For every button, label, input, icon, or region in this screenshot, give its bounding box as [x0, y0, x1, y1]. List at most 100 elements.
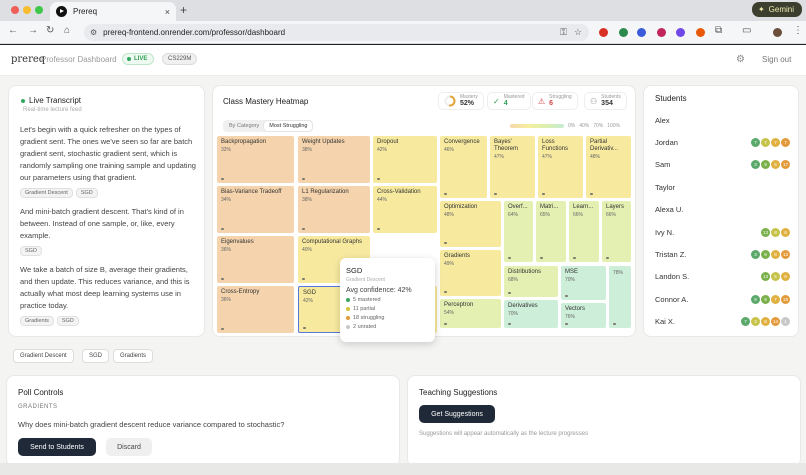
- extension-icon[interactable]: [676, 28, 685, 37]
- gemini-button[interactable]: ✦ Gemini: [751, 2, 802, 17]
- close-window-button[interactable]: [11, 6, 19, 14]
- heatmap-cell[interactable]: Optimization 48%: [440, 201, 501, 247]
- cell-topic-name: L1 Regularization: [302, 189, 349, 195]
- forward-icon[interactable]: →: [28, 25, 38, 36]
- side-panel-icon[interactable]: ▭: [742, 25, 751, 36]
- heatmap-cell[interactable]: Vectors 76%: [561, 303, 606, 328]
- heatmap-cell[interactable]: Convergence 46%: [440, 136, 487, 198]
- heatmap-cell[interactable]: MSE 70%: [561, 266, 606, 300]
- new-tab-button[interactable]: +: [180, 3, 187, 17]
- reload-icon[interactable]: ↻: [46, 25, 54, 36]
- tab-close-icon[interactable]: ×: [165, 7, 170, 17]
- extensions-icon[interactable]: ⧉: [715, 25, 722, 36]
- mastery-count-chip: 9: [761, 249, 770, 259]
- student-row[interactable]: Alex: [655, 113, 790, 127]
- student-row[interactable]: Alexa U.: [655, 203, 790, 217]
- student-row[interactable]: Kai X. 7 3 8 14 1: [655, 315, 790, 329]
- heatmap-cell[interactable]: Cross-Entropy 36%: [217, 286, 294, 333]
- heatmap-cell[interactable]: 78%: [609, 266, 631, 328]
- heatmap-cell[interactable]: Perceptron 54%: [440, 299, 501, 328]
- suggestions-note: Suggestions will appear automatically as…: [419, 431, 589, 437]
- concept-tag[interactable]: Gradients: [20, 316, 54, 326]
- student-row[interactable]: Ivy N. 13 8 8: [655, 225, 790, 239]
- cell-topic-name: Computational Graphs: [302, 239, 363, 245]
- cell-mastery-pct: 44%: [377, 197, 388, 203]
- extension-icon[interactable]: [696, 28, 705, 37]
- concept-tag[interactable]: SGD: [56, 316, 79, 326]
- concept-tag[interactable]: Gradient Descent: [20, 188, 73, 198]
- topic-tag[interactable]: Gradient Descent: [13, 349, 74, 363]
- send-to-students-button[interactable]: Send to Students: [18, 438, 96, 456]
- url-text[interactable]: prereq-frontend.onrender.com/professor/d…: [103, 28, 560, 37]
- heatmap-cell[interactable]: Matri... 65%: [536, 201, 566, 262]
- heatmap-cell[interactable]: Loss Functions 47%: [538, 136, 583, 198]
- zoom-window-button[interactable]: [35, 6, 43, 14]
- get-suggestions-button[interactable]: Get Suggestions: [419, 405, 495, 423]
- heatmap-cell[interactable]: Gradients 49%: [440, 250, 501, 296]
- cell-topic-name: Learn...: [573, 204, 594, 210]
- heatmap-cell[interactable]: L1 Regularization 38%: [298, 186, 370, 233]
- topic-tag[interactable]: Gradients: [113, 349, 154, 363]
- home-icon[interactable]: ⌂: [64, 25, 70, 36]
- tab-by-category[interactable]: By Category: [224, 121, 264, 131]
- heatmap-cell[interactable]: Learn... 66%: [569, 201, 599, 262]
- back-icon[interactable]: ←: [8, 25, 18, 36]
- poll-title: Poll Controls: [18, 388, 64, 397]
- cell-mastery-pct: 49%: [444, 261, 455, 267]
- heatmap-cell[interactable]: Eigenvalues 36%: [217, 236, 294, 283]
- student-name: Taylor: [655, 182, 676, 192]
- cell-mastery-pct: 68%: [508, 277, 519, 283]
- extension-icon[interactable]: [657, 28, 666, 37]
- heatmap-cell[interactable]: Partial Derivativ... 48%: [586, 136, 631, 198]
- cell-students-icon: [573, 257, 576, 259]
- concept-tag[interactable]: SGD: [20, 246, 42, 256]
- cell-students-icon: [302, 228, 305, 230]
- gear-icon[interactable]: ⚙: [736, 54, 745, 65]
- cell-mastery-pct: 78%: [613, 270, 624, 276]
- extension-icon[interactable]: [619, 28, 628, 37]
- heatmap-cell[interactable]: Overf... 64%: [504, 201, 533, 262]
- student-row[interactable]: Jordan 7 7 7 7: [655, 135, 790, 149]
- key-icon[interactable]: ⚿: [560, 27, 567, 38]
- legend-gradient: [510, 124, 564, 128]
- heatmap-cell[interactable]: Cross-Validation 44%: [373, 186, 437, 233]
- tooltip-breakdown-row: 5 mastered: [346, 297, 429, 303]
- address-bar[interactable]: ⚙ prereq-frontend.onrender.com/professor…: [84, 24, 589, 41]
- sign-out-link[interactable]: Sign out: [762, 55, 791, 64]
- mastery-count-chip: 18: [781, 294, 790, 304]
- cell-topic-name: Distributions: [508, 269, 542, 275]
- cell-students-icon: [221, 228, 224, 230]
- minimize-window-button[interactable]: [23, 6, 31, 14]
- browser-tab[interactable]: Prereq ×: [50, 2, 176, 21]
- cell-students-icon: [221, 278, 224, 280]
- profile-avatar[interactable]: [773, 28, 782, 37]
- student-row[interactable]: Connor A. 8 9 7 18: [655, 292, 790, 306]
- extension-icon[interactable]: [599, 28, 608, 37]
- cell-students-icon: [565, 295, 568, 297]
- student-row[interactable]: Tristan Z. 3 9 8 13: [655, 247, 790, 261]
- heatmap-cell[interactable]: Layers 66%: [602, 201, 631, 262]
- topic-tag[interactable]: SGD: [82, 349, 110, 363]
- heatmap-cell[interactable]: Backpropagation 32%: [217, 136, 294, 183]
- kebab-menu-icon[interactable]: ⋮: [793, 25, 803, 36]
- concept-tag[interactable]: SGD: [75, 188, 98, 198]
- discard-button[interactable]: Discard: [106, 438, 152, 456]
- heatmap-cell[interactable]: Derivatives 70%: [504, 300, 558, 328]
- heatmap-cell[interactable]: Bayes' Theorem 47%: [490, 136, 535, 198]
- heatmap-cell[interactable]: Weight Updates 38%: [298, 136, 370, 183]
- poll-question[interactable]: Why does mini-batch gradient descent red…: [18, 420, 284, 429]
- heatmap-cell[interactable]: Bias-Variance Tradeoff 34%: [217, 186, 294, 233]
- site-info-icon[interactable]: ⚙: [90, 28, 97, 37]
- cell-mastery-pct: 65%: [540, 212, 551, 218]
- student-row[interactable]: Landon S. 13 5 8: [655, 270, 790, 284]
- tab-most-struggling[interactable]: Most Struggling: [264, 121, 313, 131]
- mastery-count-chip: 7: [771, 294, 780, 304]
- student-row[interactable]: Sam 3 9 6 17: [655, 158, 790, 172]
- bookmark-star-icon[interactable]: ☆: [574, 27, 582, 38]
- heatmap-cell[interactable]: Dropout 42%: [373, 136, 437, 183]
- cell-students-icon: [542, 193, 545, 195]
- heatmap-cell[interactable]: Distributions 68%: [504, 266, 558, 297]
- extension-icon[interactable]: [637, 28, 646, 37]
- cell-students-icon: [221, 328, 224, 330]
- student-row[interactable]: Taylor: [655, 180, 790, 194]
